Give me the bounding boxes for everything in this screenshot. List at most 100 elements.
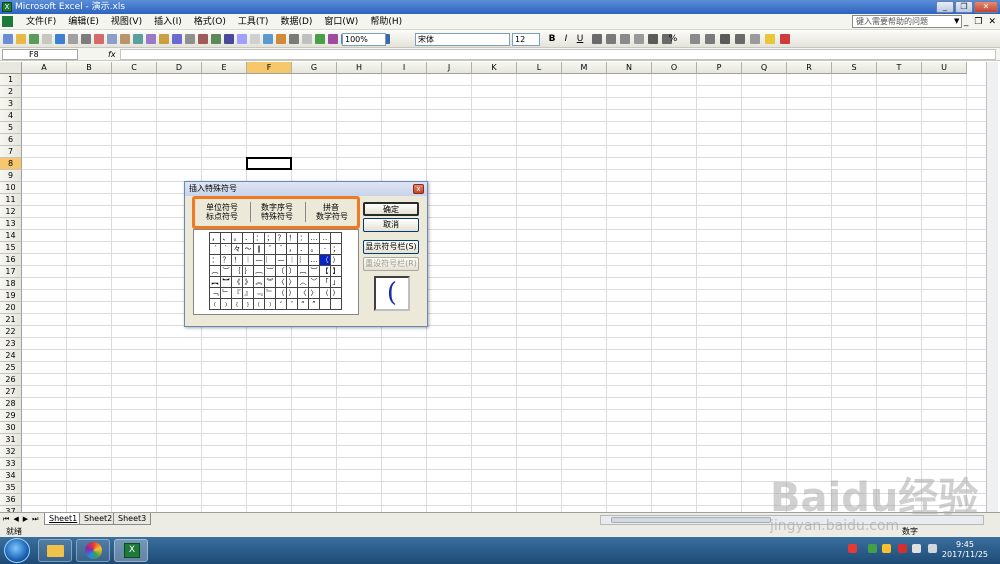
row-header[interactable]: 31 [0, 434, 22, 446]
symbol-cell[interactable]: 々 [232, 244, 243, 255]
column-header[interactable]: L [517, 62, 562, 74]
restore-button[interactable]: ❐ [955, 1, 973, 13]
toolbar-icon[interactable] [237, 34, 247, 44]
column-header[interactable]: C [112, 62, 157, 74]
minimize-button[interactable]: _ [936, 1, 954, 13]
sheet-tab[interactable]: Sheet1 [44, 513, 83, 525]
symbol-cell[interactable]: 〕 [287, 266, 298, 277]
symbol-cell[interactable]: ； [265, 233, 276, 244]
row-header[interactable]: 21 [0, 314, 22, 326]
column-header[interactable]: I [382, 62, 427, 74]
align-icon[interactable] [592, 34, 602, 44]
format-icon[interactable] [735, 34, 745, 44]
formula-input[interactable] [120, 49, 996, 60]
column-header[interactable]: T [877, 62, 922, 74]
column-header[interactable]: D [157, 62, 202, 74]
symbol-cell[interactable]: ︺ [309, 266, 320, 277]
row-header[interactable]: 15 [0, 242, 22, 254]
scroll-thumb[interactable] [611, 517, 771, 523]
name-box[interactable]: F8 [2, 49, 78, 60]
menu-item[interactable]: 文件(F) [20, 14, 62, 30]
menu-item[interactable]: 插入(I) [148, 14, 188, 30]
network-icon[interactable] [898, 544, 907, 553]
toolbar-icon[interactable] [68, 34, 78, 44]
symbol-cell[interactable]: ， [287, 244, 298, 255]
row-header[interactable]: 8 [0, 158, 22, 170]
row-header[interactable]: 18 [0, 278, 22, 290]
underline-button[interactable]: U [574, 34, 586, 45]
explorer-taskbar-icon[interactable] [38, 539, 72, 562]
symbol-cell[interactable]: ︾ [265, 277, 276, 288]
symbol-cell[interactable]: ˊ [210, 244, 221, 255]
column-header[interactable]: J [427, 62, 472, 74]
symbol-cell[interactable]: ” [309, 299, 320, 310]
toolbar-icon[interactable] [289, 34, 299, 44]
symbol-cell[interactable]: ‘ [276, 299, 287, 310]
toolbar-icon[interactable] [3, 34, 13, 44]
next-sheet-icon[interactable]: ▶ [23, 514, 28, 525]
toolbar-icon[interactable] [94, 34, 104, 44]
symbol-cell[interactable]: ﹁ [210, 288, 221, 299]
row-header[interactable]: 32 [0, 446, 22, 458]
menu-item[interactable]: 工具(T) [232, 14, 275, 30]
symbol-cell[interactable]: ？ [276, 233, 287, 244]
column-header[interactable]: Q [742, 62, 787, 74]
font-name-select[interactable]: 宋体 [415, 33, 510, 46]
row-header[interactable]: 33 [0, 458, 22, 470]
symbol-cell[interactable]: 》 [243, 277, 254, 288]
row-header[interactable]: 24 [0, 350, 22, 362]
toolbar-icon[interactable] [315, 34, 325, 44]
help-search-input[interactable]: 键入需要帮助的问题 [852, 15, 962, 28]
symbol-cell[interactable] [320, 299, 331, 310]
doc-restore-button[interactable]: ❐ [974, 15, 982, 29]
symbol-cell[interactable]: 〉 [287, 277, 298, 288]
symbol-cell[interactable]: 〈 [276, 277, 287, 288]
start-button[interactable] [4, 538, 30, 563]
toolbar-icon[interactable] [302, 34, 312, 44]
show-symbol-bar-button[interactable]: 显示符号栏(S) [363, 240, 419, 254]
symbol-cell[interactable]: ﹙ [210, 299, 221, 310]
symbol-cell[interactable]: ˋ [221, 244, 232, 255]
symbol-cell[interactable]: ︶ [221, 266, 232, 277]
symbol-cell[interactable]: ） [287, 288, 298, 299]
ime-icon[interactable] [848, 544, 857, 553]
symbol-cell[interactable]: ︱ [243, 255, 254, 266]
symbol-cell[interactable]: ﹜ [243, 299, 254, 310]
worksheet-grid[interactable]: A B C D E F G H I J K L M N O P Q R S T U 1 2 3 4 5 6 7 8 9 10 11 12 13 14… [0, 62, 996, 512]
row-header[interactable]: 29 [0, 410, 22, 422]
symbol-cell[interactable]: ︴ [298, 255, 309, 266]
flag-icon[interactable] [912, 544, 921, 553]
symbol-cell[interactable]: ， [210, 233, 221, 244]
toolbar-icon[interactable] [81, 34, 91, 44]
format-icon[interactable] [780, 34, 790, 44]
first-sheet-icon[interactable]: ⏮ [3, 514, 9, 525]
category-numbers[interactable]: 数字序号 [261, 203, 293, 212]
symbol-cell[interactable]: ﹝ [254, 299, 265, 310]
symbol-cell[interactable]: 〈 [298, 288, 309, 299]
toolbar-icon[interactable] [55, 34, 65, 44]
symbol-cell[interactable]: ’ [287, 299, 298, 310]
align-icon[interactable] [648, 34, 658, 44]
toolbar-icon[interactable] [198, 34, 208, 44]
doc-minimize-button[interactable]: _ [964, 15, 969, 29]
close-button[interactable]: ✕ [974, 1, 998, 13]
column-header[interactable]: P [697, 62, 742, 74]
last-sheet-icon[interactable]: ⏭ [32, 514, 38, 525]
symbol-cell[interactable]: … [309, 255, 320, 266]
italic-button[interactable]: I [560, 34, 572, 45]
dialog-close-button[interactable]: x [413, 184, 424, 194]
symbol-cell[interactable]: （ [276, 288, 287, 299]
sheet-tab[interactable]: Sheet2 [79, 513, 118, 525]
symbol-cell[interactable]: ︻ [210, 277, 221, 288]
category-punctuation[interactable]: 标点符号 [206, 212, 238, 221]
symbol-cell[interactable]: ： [298, 233, 309, 244]
row-header[interactable]: 1 [0, 74, 22, 86]
symbol-cell[interactable]: — [254, 255, 265, 266]
symbol-grid[interactable]: ，、。．：；？！：… ‥ ˊ ˋ 々～ ‖ ˇ ¨，．。 ·；：？！ ︱ — ︳ — ︱ ︴… （） ︵ ︶ ｛｝ ︷… [209, 232, 342, 310]
doc-close-button[interactable]: ✕ [988, 15, 996, 29]
row-header[interactable]: 5 [0, 122, 22, 134]
column-header[interactable]: E [202, 62, 247, 74]
symbol-cell[interactable]: 《 [232, 277, 243, 288]
symbol-cell[interactable]: ？ [221, 255, 232, 266]
menu-item[interactable]: 数据(D) [274, 14, 318, 30]
